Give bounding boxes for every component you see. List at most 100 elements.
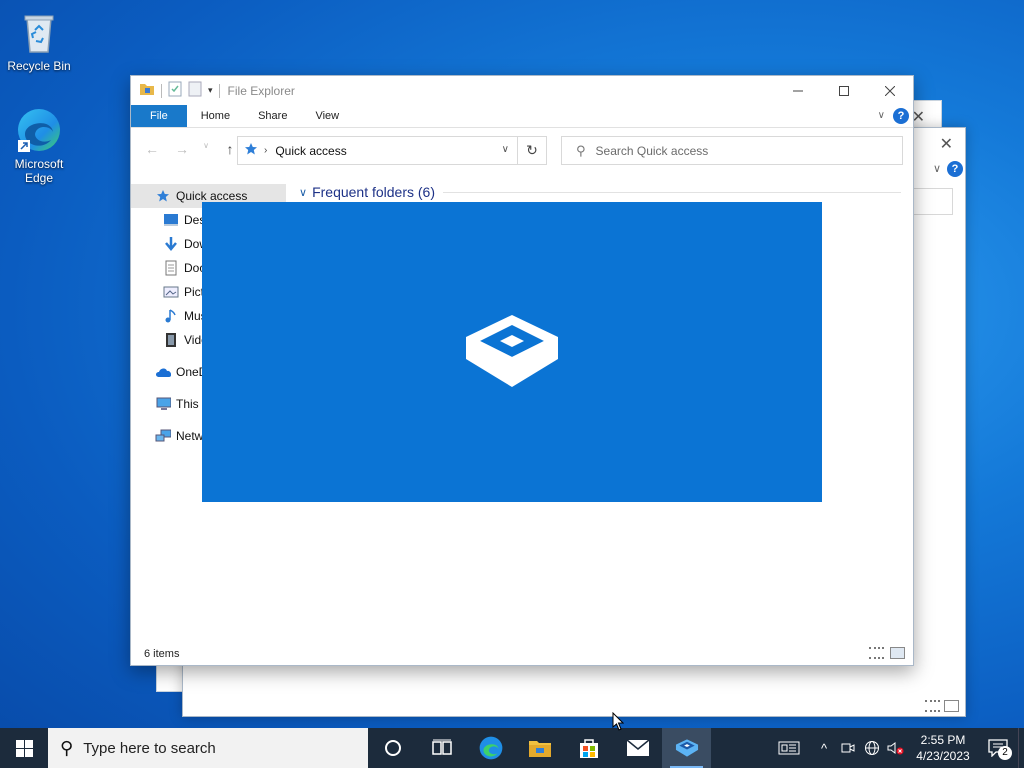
cortana-button[interactable] (368, 728, 417, 768)
ribbon-tabs: File Home Share View ∨ ? (131, 105, 913, 128)
details-view-icon[interactable] (869, 647, 884, 659)
file-explorer-icon (528, 741, 551, 757)
separator (161, 83, 162, 98)
breadcrumb-chevron-icon[interactable]: › (264, 145, 267, 156)
desktop-icon-label: Microsoft Edge (14, 157, 64, 185)
back-arrow-icon[interactable]: ← (141, 141, 163, 157)
task-view-button[interactable] (417, 728, 466, 768)
large-icons-view-icon[interactable] (890, 647, 905, 659)
network-icon[interactable] (860, 728, 884, 768)
address-bar[interactable]: › Quick access ∨ (237, 136, 518, 165)
taskbar-app-edge[interactable] (466, 728, 515, 768)
details-view-icon[interactable] (925, 700, 940, 712)
help-icon[interactable]: ? (893, 108, 909, 124)
clock-time: 2:55 PM (920, 733, 966, 747)
taskbar-app-sandbox[interactable] (662, 728, 711, 768)
star-icon (244, 142, 258, 159)
desktop-icon-microsoft-edge[interactable]: Microsoft Edge (1, 106, 77, 185)
cortana-icon (384, 740, 401, 756)
search-input[interactable]: ⚲ Search Quick access (561, 136, 903, 165)
computer-icon (155, 396, 171, 412)
taskbar: ⚲ Type here to search ^ 2:55 PM 4/23/202… (0, 728, 1024, 768)
help-icon[interactable]: ? (947, 161, 963, 177)
tab-share[interactable]: Share (244, 105, 301, 127)
tab-view[interactable]: View (301, 105, 353, 127)
minimize-button[interactable] (775, 76, 821, 105)
search-placeholder: Search Quick access (595, 143, 709, 158)
action-center-button[interactable]: 2 (978, 728, 1018, 768)
properties-icon[interactable] (168, 81, 182, 100)
new-folder-icon[interactable] (188, 81, 202, 100)
desktop-icon-recycle-bin[interactable]: Recycle Bin (1, 8, 77, 73)
desktop-icon-label: Recycle Bin (7, 59, 71, 73)
address-dropdown-icon[interactable]: ∨ (502, 144, 509, 155)
meet-now-icon[interactable] (836, 728, 860, 768)
large-icons-view-icon[interactable] (944, 700, 959, 712)
window-controls (775, 76, 913, 105)
customize-toolbar-icon[interactable]: ▾ (208, 85, 213, 96)
network-icon (155, 428, 171, 444)
title-bar[interactable]: ▾ File Explorer (131, 76, 913, 105)
item-count: 6 items (144, 648, 180, 660)
edge-icon (15, 106, 63, 154)
search-placeholder: Type here to search (83, 739, 216, 757)
divider (443, 191, 901, 193)
search-input[interactable] (913, 188, 953, 215)
expand-ribbon-icon[interactable]: ∨ (878, 110, 885, 121)
recent-locations-icon[interactable]: ∨ (201, 141, 211, 157)
search-icon: ⚲ (60, 737, 74, 758)
section-title: Frequent folders (6) (312, 184, 436, 200)
notification-badge: 2 (998, 746, 1012, 760)
music-icon (163, 308, 179, 324)
maximize-button[interactable] (821, 76, 867, 105)
download-icon (163, 236, 179, 252)
separator (218, 83, 220, 98)
mail-icon (626, 739, 649, 756)
view-toggle (869, 647, 905, 659)
forward-arrow-icon[interactable]: → (171, 141, 193, 157)
chevron-down-icon[interactable]: ∨ (933, 162, 941, 175)
system-tray: ^ 2:55 PM 4/23/2023 2 (774, 728, 1024, 768)
quick-access-toolbar: ▾ (139, 81, 220, 100)
show-hidden-icons-icon[interactable]: ^ (812, 728, 836, 768)
start-button[interactable] (0, 728, 48, 768)
window-title: File Explorer (227, 83, 295, 98)
navigation-bar: ← → ∨ ↑ › Quick access ∨ ↻ ⚲ Search Quic… (131, 128, 913, 172)
tab-home[interactable]: Home (187, 105, 244, 127)
taskbar-app-mail[interactable] (613, 728, 662, 768)
video-icon (163, 332, 179, 348)
clock-date: 4/23/2023 (916, 749, 970, 763)
store-icon (579, 739, 598, 758)
document-icon (163, 260, 179, 276)
taskbar-app-file-explorer[interactable] (515, 728, 564, 768)
news-widget-icon[interactable] (774, 728, 804, 768)
clock[interactable]: 2:55 PM 4/23/2023 (912, 732, 974, 764)
task-view-icon (431, 739, 452, 755)
sandbox-icon (675, 739, 698, 757)
show-desktop-button[interactable] (1018, 728, 1024, 768)
star-icon (155, 188, 171, 204)
status-bar: 6 items (131, 643, 913, 665)
taskbar-search-input[interactable]: ⚲ Type here to search (48, 728, 368, 768)
volume-muted-icon[interactable] (884, 728, 908, 768)
refresh-button[interactable]: ↻ (518, 136, 547, 165)
refresh-icon: ↻ (526, 142, 538, 158)
windows-icon (15, 739, 33, 757)
breadcrumb[interactable]: Quick access (275, 144, 346, 158)
recycle-bin-icon (15, 8, 63, 56)
search-icon: ⚲ (576, 142, 586, 158)
sidebar-item-label: Quick access (176, 189, 248, 203)
sandbox-splash (202, 202, 822, 502)
chevron-down-icon[interactable]: ∨ (299, 186, 307, 199)
desktop-icon (163, 212, 179, 228)
picture-icon (163, 284, 179, 300)
close-button[interactable] (867, 76, 913, 105)
view-toggle[interactable] (925, 700, 959, 712)
edge-icon (479, 736, 502, 760)
taskbar-app-store[interactable] (564, 728, 613, 768)
tab-file[interactable]: File (131, 105, 187, 127)
sandbox-icon (462, 311, 562, 394)
frequent-folders-header[interactable]: ∨ Frequent folders (6) (299, 184, 901, 200)
close-icon[interactable]: ✕ (940, 134, 953, 154)
cloud-icon (155, 364, 171, 380)
